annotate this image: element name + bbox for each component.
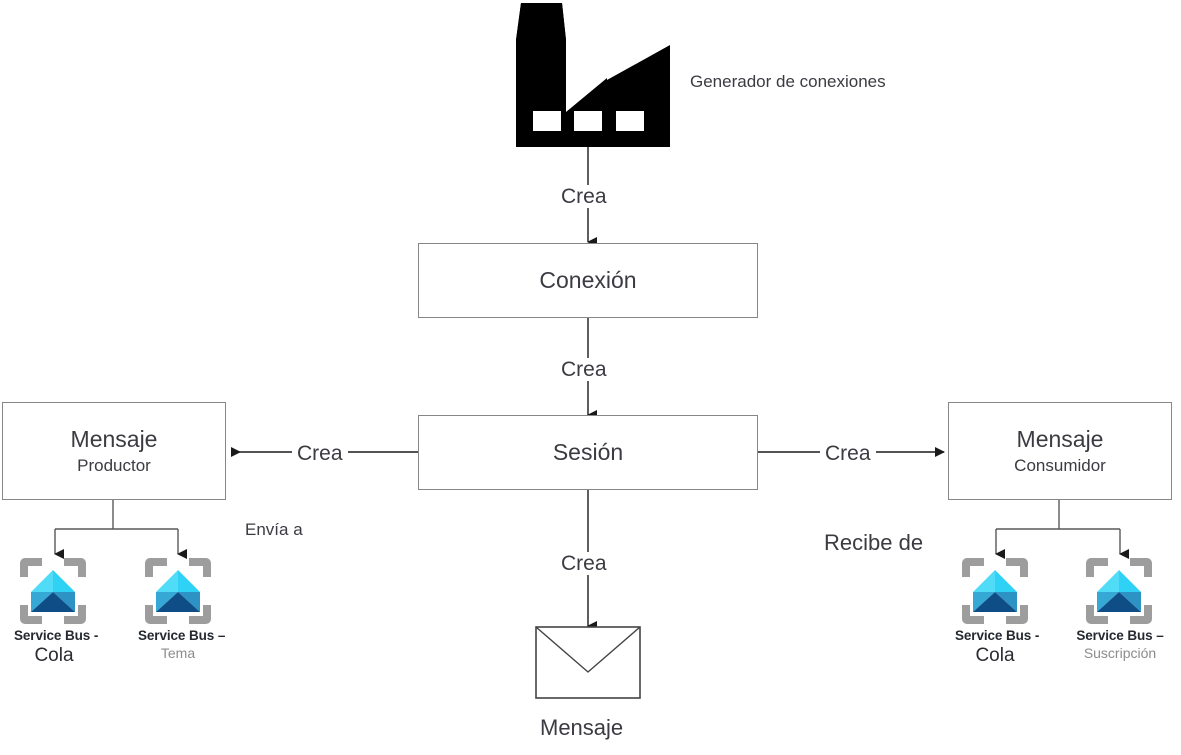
node-connection[interactable]: Conexión — [418, 243, 758, 318]
edge-label-connection-to-session: Crea — [556, 358, 612, 382]
edge-consumer-branch — [995, 500, 1129, 559]
edge-label-session-to-message: Crea — [556, 552, 612, 576]
node-message-consumer-subtitle: Consumidor — [1014, 455, 1106, 475]
factory-label: Generador de conexiones — [690, 72, 886, 91]
endpoint-producer-topic-line1: Service Bus – — [138, 628, 226, 643]
edge-label-consumer-receives-from: Recibe de — [824, 530, 924, 555]
edge-producer-branch — [54, 500, 187, 559]
endpoint-producer-topic[interactable]: Service Bus – Tema — [138, 628, 226, 661]
endpoint-consumer-queue-line2: Cola — [975, 644, 1015, 666]
endpoint-consumer-queue-line1: Service Bus - — [955, 628, 1040, 643]
envelope-icon — [535, 626, 641, 699]
node-message-producer-subtitle: Productor — [77, 455, 151, 475]
endpoint-consumer-subscription-line2: Suscripción — [1083, 644, 1157, 661]
node-message-consumer-title: Mensaje — [1016, 425, 1104, 452]
endpoint-producer-queue-line2: Cola — [34, 644, 74, 666]
edge-label-producer-sends-to: Envía a — [245, 520, 303, 539]
service-bus-subscription-icon — [1086, 558, 1152, 624]
service-bus-topic-icon — [145, 558, 211, 624]
endpoint-producer-topic-line2: Tema — [160, 644, 196, 661]
node-session[interactable]: Sesión — [418, 415, 758, 490]
node-session-label: Sesión — [552, 438, 624, 465]
node-message-label: Mensaje — [540, 715, 624, 740]
endpoint-consumer-subscription[interactable]: Service Bus – Suscripción — [1070, 628, 1170, 661]
node-message-consumer[interactable]: Mensaje Consumidor — [948, 402, 1172, 500]
service-bus-queue-icon-consumer — [962, 558, 1028, 624]
edge-label-session-to-consumer: Crea — [820, 442, 876, 466]
endpoint-consumer-subscription-line1: Service Bus – — [1076, 628, 1164, 643]
endpoint-consumer-queue[interactable]: Service Bus - Cola — [955, 628, 1040, 666]
node-message-producer-title: Mensaje — [70, 425, 158, 452]
factory-icon — [516, 3, 670, 147]
edge-label-factory-to-connection: Crea — [556, 185, 612, 209]
edge-label-session-to-producer: Crea — [292, 442, 348, 466]
node-connection-label: Conexión — [539, 266, 637, 293]
endpoint-producer-queue[interactable]: Service Bus - Cola — [14, 628, 99, 666]
node-message-producer[interactable]: Mensaje Productor — [2, 402, 226, 500]
endpoint-producer-queue-line1: Service Bus - — [14, 628, 99, 643]
service-bus-queue-icon — [20, 558, 86, 624]
